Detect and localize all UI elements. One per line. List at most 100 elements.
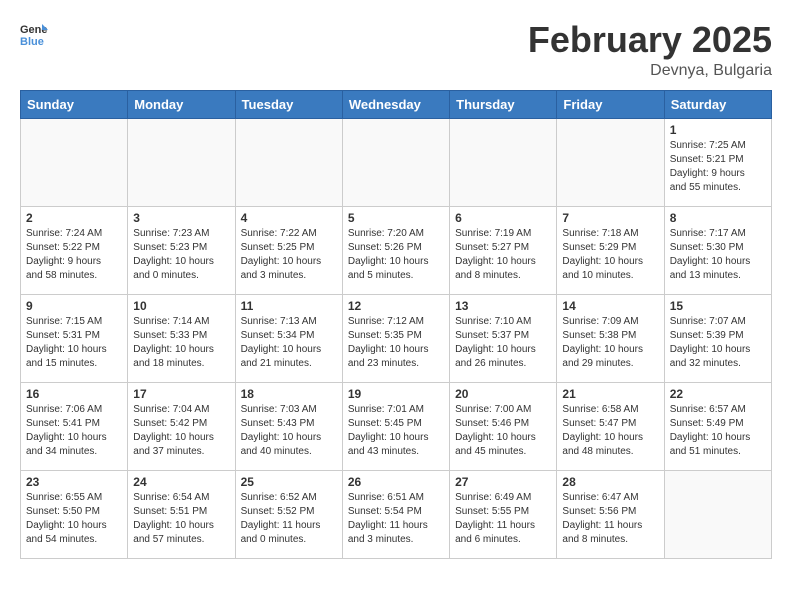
calendar-cell: 20 Sunrise: 7:00 AM Sunset: 5:46 PM Dayli… — [450, 382, 557, 470]
day-info: Sunrise: 7:13 AM Sunset: 5:34 PM Dayligh… — [241, 315, 337, 371]
calendar-body: 1 Sunrise: 7:25 AM Sunset: 5:21 PM Daylig… — [21, 118, 772, 558]
calendar-cell: 9 Sunrise: 7:15 AM Sunset: 5:31 PM Daylig… — [21, 294, 128, 382]
day-info: Sunrise: 6:49 AM Sunset: 5:55 PM Dayligh… — [455, 491, 551, 547]
logo-icon: General Blue — [20, 20, 48, 48]
day-number: 27 — [455, 475, 551, 489]
calendar-cell — [664, 470, 771, 558]
day-number: 23 — [26, 475, 122, 489]
day-info: Sunrise: 7:24 AM Sunset: 5:22 PM Dayligh… — [26, 227, 122, 283]
day-info: Sunrise: 7:23 AM Sunset: 5:23 PM Dayligh… — [133, 227, 229, 283]
day-number: 21 — [562, 387, 658, 401]
day-info: Sunrise: 7:14 AM Sunset: 5:33 PM Dayligh… — [133, 315, 229, 371]
calendar-cell: 13Sunrise: 7:10 AM Sunset: 5:37 PM Dayli… — [450, 294, 557, 382]
calendar-cell — [21, 118, 128, 206]
calendar-cell: 26 Sunrise: 6:51 AM Sunset: 5:54 PM Dayli… — [342, 470, 449, 558]
day-number: 4 — [241, 211, 337, 225]
day-info: Sunrise: 7:18 AM Sunset: 5:29 PM Dayligh… — [562, 227, 658, 283]
calendar-cell: 22 Sunrise: 6:57 AM Sunset: 5:49 PM Dayli… — [664, 382, 771, 470]
calendar-cell: 3 Sunrise: 7:23 AM Sunset: 5:23 PM Daylig… — [128, 206, 235, 294]
calendar-cell — [128, 118, 235, 206]
day-info: Sunrise: 7:03 AM Sunset: 5:43 PM Dayligh… — [241, 403, 337, 459]
day-info: Sunrise: 7:25 AM Sunset: 5:21 PM Dayligh… — [670, 139, 766, 195]
day-info: Sunrise: 7:19 AM Sunset: 5:27 PM Dayligh… — [455, 227, 551, 283]
day-number: 6 — [455, 211, 551, 225]
calendar-cell: 18 Sunrise: 7:03 AM Sunset: 5:43 PM Dayli… — [235, 382, 342, 470]
day-number: 7 — [562, 211, 658, 225]
title-area: February 2025 Devnya, Bulgaria — [528, 20, 772, 80]
logo: General Blue — [20, 20, 48, 48]
calendar-cell: 6 Sunrise: 7:19 AM Sunset: 5:27 PM Daylig… — [450, 206, 557, 294]
weekday-header-cell: Saturday — [664, 90, 771, 118]
day-number: 13 — [455, 299, 551, 313]
day-number: 15 — [670, 299, 766, 313]
calendar-cell: 27 Sunrise: 6:49 AM Sunset: 5:55 PM Dayli… — [450, 470, 557, 558]
calendar-cell: 1 Sunrise: 7:25 AM Sunset: 5:21 PM Daylig… — [664, 118, 771, 206]
day-number: 22 — [670, 387, 766, 401]
day-info: Sunrise: 7:07 AM Sunset: 5:39 PM Dayligh… — [670, 315, 766, 371]
calendar-cell: 23 Sunrise: 6:55 AM Sunset: 5:50 PM Dayli… — [21, 470, 128, 558]
calendar-cell: 28 Sunrise: 6:47 AM Sunset: 5:56 PM Dayli… — [557, 470, 664, 558]
day-number: 5 — [348, 211, 444, 225]
weekday-header-cell: Wednesday — [342, 90, 449, 118]
calendar-cell: 5 Sunrise: 7:20 AM Sunset: 5:26 PM Daylig… — [342, 206, 449, 294]
day-number: 12 — [348, 299, 444, 313]
day-number: 14 — [562, 299, 658, 313]
calendar-week-row: 2 Sunrise: 7:24 AM Sunset: 5:22 PM Daylig… — [21, 206, 772, 294]
month-year-title: February 2025 — [528, 20, 772, 60]
weekday-header-cell: Tuesday — [235, 90, 342, 118]
day-info: Sunrise: 6:57 AM Sunset: 5:49 PM Dayligh… — [670, 403, 766, 459]
day-number: 24 — [133, 475, 229, 489]
day-number: 19 — [348, 387, 444, 401]
weekday-header-cell: Sunday — [21, 90, 128, 118]
day-info: Sunrise: 6:51 AM Sunset: 5:54 PM Dayligh… — [348, 491, 444, 547]
calendar-cell: 15 Sunrise: 7:07 AM Sunset: 5:39 PM Dayli… — [664, 294, 771, 382]
calendar-cell: 14Sunrise: 7:09 AM Sunset: 5:38 PM Dayli… — [557, 294, 664, 382]
calendar-week-row: 16Sunrise: 7:06 AM Sunset: 5:41 PM Dayli… — [21, 382, 772, 470]
day-info: Sunrise: 7:00 AM Sunset: 5:46 PM Dayligh… — [455, 403, 551, 459]
day-number: 10 — [133, 299, 229, 313]
calendar-week-row: 9 Sunrise: 7:15 AM Sunset: 5:31 PM Daylig… — [21, 294, 772, 382]
day-number: 1 — [670, 123, 766, 137]
day-info: Sunrise: 7:01 AM Sunset: 5:45 PM Dayligh… — [348, 403, 444, 459]
calendar-cell: 10 Sunrise: 7:14 AM Sunset: 5:33 PM Dayli… — [128, 294, 235, 382]
day-info: Sunrise: 7:20 AM Sunset: 5:26 PM Dayligh… — [348, 227, 444, 283]
calendar-cell — [342, 118, 449, 206]
calendar-cell — [235, 118, 342, 206]
day-number: 28 — [562, 475, 658, 489]
calendar-cell: 8 Sunrise: 7:17 AM Sunset: 5:30 PM Daylig… — [664, 206, 771, 294]
day-info: Sunrise: 6:52 AM Sunset: 5:52 PM Dayligh… — [241, 491, 337, 547]
day-info: Sunrise: 6:58 AM Sunset: 5:47 PM Dayligh… — [562, 403, 658, 459]
calendar-cell: 17Sunrise: 7:04 AM Sunset: 5:42 PM Dayli… — [128, 382, 235, 470]
day-info: Sunrise: 7:06 AM Sunset: 5:41 PM Dayligh… — [26, 403, 122, 459]
day-number: 20 — [455, 387, 551, 401]
calendar-cell: 24 Sunrise: 6:54 AM Sunset: 5:51 PM Dayli… — [128, 470, 235, 558]
calendar-table: SundayMondayTuesdayWednesdayThursdayFrid… — [20, 90, 772, 559]
calendar-cell: 12Sunrise: 7:12 AM Sunset: 5:35 PM Dayli… — [342, 294, 449, 382]
day-number: 8 — [670, 211, 766, 225]
calendar-cell: 7 Sunrise: 7:18 AM Sunset: 5:29 PM Daylig… — [557, 206, 664, 294]
calendar-cell — [450, 118, 557, 206]
day-number: 25 — [241, 475, 337, 489]
calendar-cell: 19 Sunrise: 7:01 AM Sunset: 5:45 PM Dayli… — [342, 382, 449, 470]
weekday-header-cell: Friday — [557, 90, 664, 118]
location-subtitle: Devnya, Bulgaria — [528, 62, 772, 80]
day-info: Sunrise: 6:55 AM Sunset: 5:50 PM Dayligh… — [26, 491, 122, 547]
day-number: 2 — [26, 211, 122, 225]
weekday-header-cell: Monday — [128, 90, 235, 118]
calendar-cell: 16Sunrise: 7:06 AM Sunset: 5:41 PM Dayli… — [21, 382, 128, 470]
day-number: 26 — [348, 475, 444, 489]
day-info: Sunrise: 6:54 AM Sunset: 5:51 PM Dayligh… — [133, 491, 229, 547]
day-number: 3 — [133, 211, 229, 225]
calendar-cell: 21 Sunrise: 6:58 AM Sunset: 5:47 PM Dayli… — [557, 382, 664, 470]
day-number: 18 — [241, 387, 337, 401]
calendar-cell — [557, 118, 664, 206]
weekday-header-cell: Thursday — [450, 90, 557, 118]
day-number: 9 — [26, 299, 122, 313]
day-info: Sunrise: 7:22 AM Sunset: 5:25 PM Dayligh… — [241, 227, 337, 283]
day-number: 17 — [133, 387, 229, 401]
calendar-cell: 25 Sunrise: 6:52 AM Sunset: 5:52 PM Dayli… — [235, 470, 342, 558]
svg-text:Blue: Blue — [20, 36, 44, 48]
day-info: Sunrise: 7:15 AM Sunset: 5:31 PM Dayligh… — [26, 315, 122, 371]
day-info: Sunrise: 7:17 AM Sunset: 5:30 PM Dayligh… — [670, 227, 766, 283]
day-info: Sunrise: 6:47 AM Sunset: 5:56 PM Dayligh… — [562, 491, 658, 547]
